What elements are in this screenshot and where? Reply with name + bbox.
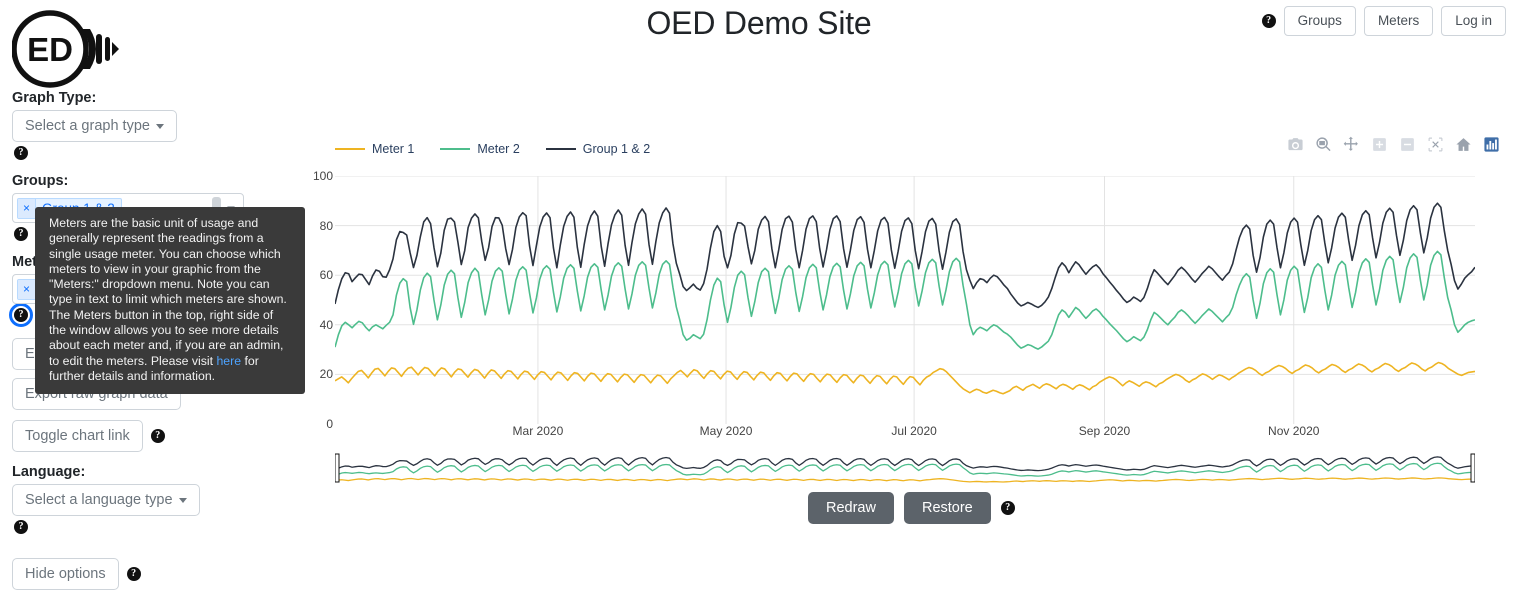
graph-type-select[interactable]: Select a graph type	[12, 110, 177, 142]
legend-item-group-1-2[interactable]: Group 1 & 2	[545, 142, 651, 156]
x-tick: Mar 2020	[512, 424, 564, 438]
graph-type-label: Graph Type:	[12, 90, 97, 106]
login-button[interactable]: Log in	[1441, 6, 1506, 37]
y-tick: 80	[319, 218, 333, 233]
legend-label: Group 1 & 2	[582, 142, 651, 156]
header-actions: ? Groups Meters Log in	[1261, 6, 1506, 37]
tooltip-here-link[interactable]: here	[216, 354, 241, 368]
chart-plot-area[interactable]	[334, 175, 1476, 424]
chevron-down-icon	[178, 497, 187, 503]
language-select-text: Select a language type	[25, 492, 173, 508]
legend-item-meter-1[interactable]: Meter 1	[335, 142, 414, 156]
range-handle-right[interactable]	[1470, 453, 1476, 483]
groups-nav-button[interactable]: Groups	[1283, 6, 1356, 37]
groups-label: Groups:	[12, 173, 69, 189]
zoom-icon[interactable]	[1315, 136, 1332, 153]
legend-swatch	[440, 148, 471, 150]
legend-swatch	[545, 148, 576, 150]
groups-help-icon[interactable]: ?	[14, 226, 28, 241]
language-help-icon[interactable]: ?	[14, 519, 28, 534]
chart-action-buttons: Redraw Restore ?	[808, 492, 1015, 524]
x-tick: Nov 2020	[1268, 424, 1320, 438]
reset-axes-home-icon[interactable]	[1455, 136, 1472, 153]
chart-svg	[334, 175, 1476, 424]
chart-legend: Meter 1 Meter 2 Group 1 & 2	[335, 142, 650, 156]
y-tick: 20	[319, 367, 333, 382]
x-tick: Sep 2020	[1078, 424, 1131, 438]
chip-remove-icon[interactable]: ×	[18, 198, 37, 218]
chevron-down-icon	[155, 123, 164, 129]
pan-icon[interactable]	[1343, 136, 1360, 153]
legend-label: Meter 2	[477, 142, 520, 156]
legend-label: Meter 1	[372, 142, 415, 156]
camera-icon[interactable]	[1287, 136, 1304, 153]
language-label: Language:	[12, 464, 86, 480]
zoom-in-icon[interactable]	[1371, 136, 1388, 153]
y-tick: 40	[319, 317, 333, 332]
chart-buttons-help-icon[interactable]: ?	[1000, 501, 1015, 515]
language-select[interactable]: Select a language type	[12, 484, 200, 516]
y-tick: 100	[312, 169, 333, 183]
toggle-chart-link-help-icon[interactable]: ?	[150, 429, 165, 443]
legend-swatch	[335, 148, 365, 150]
meters-nav-button[interactable]: Meters	[1363, 6, 1434, 37]
x-axis-ticks: Mar 2020 May 2020 Jul 2020 Sep 2020 Nov 2020	[335, 424, 1475, 444]
redraw-button[interactable]: Redraw	[808, 492, 894, 524]
y-tick: 0	[326, 417, 333, 431]
meters-help-icon[interactable]: ?	[9, 302, 33, 327]
series-line	[334, 361, 1476, 395]
range-handle-left[interactable]	[334, 453, 340, 483]
tooltip-text-before-link: Meters are the basic unit of usage and g…	[49, 216, 287, 368]
toggle-chart-link-button[interactable]: Toggle chart link	[12, 420, 143, 452]
legend-item-meter-2[interactable]: Meter 2	[440, 142, 520, 156]
y-tick: 60	[319, 268, 333, 283]
autoscale-icon[interactable]	[1427, 136, 1444, 153]
restore-button[interactable]: Restore	[903, 492, 991, 524]
chart-range-slider[interactable]	[334, 450, 1476, 490]
zoom-out-icon[interactable]	[1399, 136, 1416, 153]
energy-line-chart: Meter 1 Meter 2 Group 1 & 2 kW 020406080…	[289, 128, 1510, 496]
x-tick: Jul 2020	[891, 424, 937, 438]
range-slider-svg[interactable]	[334, 450, 1476, 486]
hide-options-button[interactable]: Hide options	[12, 558, 119, 590]
chip-remove-icon[interactable]: ×	[18, 279, 37, 299]
series-line	[334, 250, 1476, 350]
page-header: ED OED Demo Site ? Groups Meters Log in	[0, 0, 1518, 96]
plotly-modebar	[1287, 136, 1500, 153]
plotly-logo-icon[interactable]	[1483, 136, 1500, 153]
graph-type-select-text: Select a graph type	[25, 118, 150, 134]
hide-options-help-icon[interactable]: ?	[126, 567, 141, 581]
meters-help-tooltip: Meters are the basic unit of usage and g…	[35, 207, 305, 395]
x-tick: May 2020	[699, 424, 753, 438]
graph-type-help-icon[interactable]: ?	[14, 145, 28, 160]
header-help-icon[interactable]: ?	[1261, 14, 1276, 29]
